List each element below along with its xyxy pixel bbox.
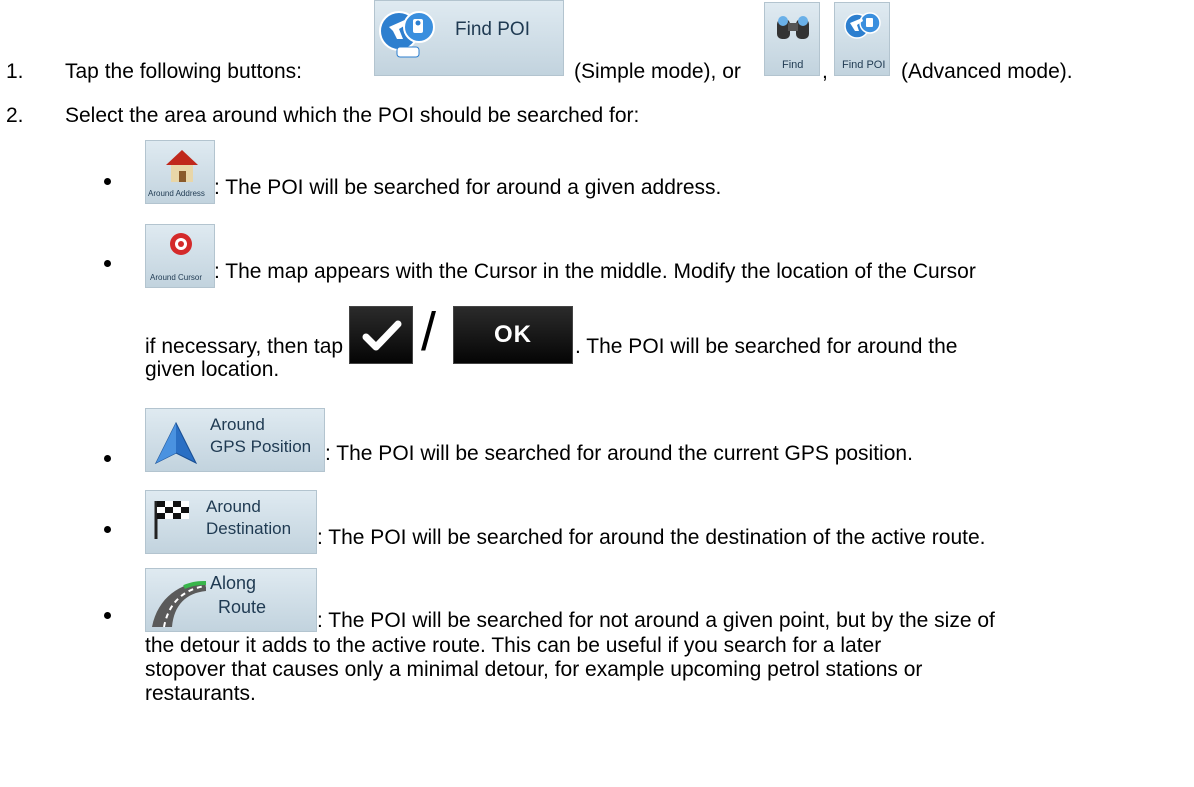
around-address-label: Around Address bbox=[148, 189, 205, 198]
around-address-text: : The POI will be searched for around a … bbox=[214, 176, 722, 199]
house-icon bbox=[166, 150, 198, 182]
around-gps-text: : The POI will be searched for around th… bbox=[325, 442, 913, 465]
find-poi-small-label: Find POI bbox=[842, 59, 886, 71]
step-1-text: Tap the following buttons: bbox=[65, 60, 302, 83]
around-cursor-text-line-4: given location. bbox=[145, 358, 280, 381]
around-cursor-text-line-2: if necessary, then tap bbox=[145, 335, 344, 358]
find-poi-button[interactable]: Find POI bbox=[374, 0, 564, 76]
along-route-text-line-3: stopover that causes only a minimal deto… bbox=[145, 658, 923, 681]
list-bullet bbox=[104, 178, 111, 185]
around-cursor-text-line-3: . The POI will be searched for around th… bbox=[575, 335, 958, 358]
around-destination-label-line-2: Destination bbox=[206, 519, 292, 538]
checkered-flag-icon bbox=[154, 501, 189, 539]
around-gps-label-line-2: GPS Position bbox=[210, 437, 312, 456]
list-bullet bbox=[104, 455, 111, 462]
list-bullet bbox=[104, 526, 111, 533]
around-gps-label-line-1: Around bbox=[210, 415, 265, 434]
step-2-number: 2. bbox=[6, 104, 24, 127]
along-route-text-line-2: the detour it adds to the active route. … bbox=[145, 634, 882, 657]
comma-text: , bbox=[822, 60, 828, 83]
around-address-button[interactable]: Around Address bbox=[145, 140, 215, 204]
slash-separator: / bbox=[421, 302, 437, 362]
ok-button[interactable]: OK bbox=[453, 306, 573, 364]
simple-mode-text: (Simple mode), or bbox=[574, 60, 741, 83]
along-route-label-line-1: Along bbox=[210, 573, 257, 593]
step-2-text: Select the area around which the POI sho… bbox=[65, 104, 640, 127]
road-icon bbox=[152, 581, 207, 628]
list-bullet bbox=[104, 612, 111, 619]
around-destination-label-line-1: Around bbox=[206, 497, 261, 516]
along-route-label-line-2: Route bbox=[218, 597, 267, 617]
confirm-button[interactable] bbox=[349, 306, 413, 364]
poi-globe-small-icon bbox=[844, 12, 881, 39]
around-cursor-text-line-1: : The map appears with the Cursor in the… bbox=[214, 260, 976, 283]
cursor-target-icon bbox=[170, 233, 192, 255]
along-route-text-line-1: : The POI will be searched for not aroun… bbox=[317, 609, 995, 632]
around-destination-button[interactable]: Around Destination bbox=[145, 490, 317, 554]
find-button[interactable]: Find bbox=[764, 2, 820, 76]
around-cursor-label: Around Cursor bbox=[150, 273, 203, 282]
step-1-number: 1. bbox=[6, 60, 24, 83]
checkmark-icon bbox=[362, 320, 402, 351]
advanced-mode-text: (Advanced mode). bbox=[901, 60, 1073, 83]
ok-label: OK bbox=[494, 321, 532, 348]
around-destination-text: : The POI will be searched for around th… bbox=[317, 526, 986, 549]
along-route-button[interactable]: Along Route bbox=[145, 568, 317, 632]
around-gps-position-button[interactable]: Around GPS Position bbox=[145, 408, 325, 472]
gps-arrow-icon bbox=[154, 421, 198, 465]
find-label: Find bbox=[782, 59, 804, 71]
poi-globe-icon bbox=[379, 11, 435, 58]
find-poi-label: Find POI bbox=[455, 19, 530, 40]
find-poi-small-button[interactable]: Find POI bbox=[834, 2, 890, 76]
list-bullet bbox=[104, 260, 111, 267]
around-cursor-button[interactable]: Around Cursor bbox=[145, 224, 215, 288]
binoculars-icon bbox=[777, 16, 809, 39]
along-route-text-line-4: restaurants. bbox=[145, 682, 256, 705]
